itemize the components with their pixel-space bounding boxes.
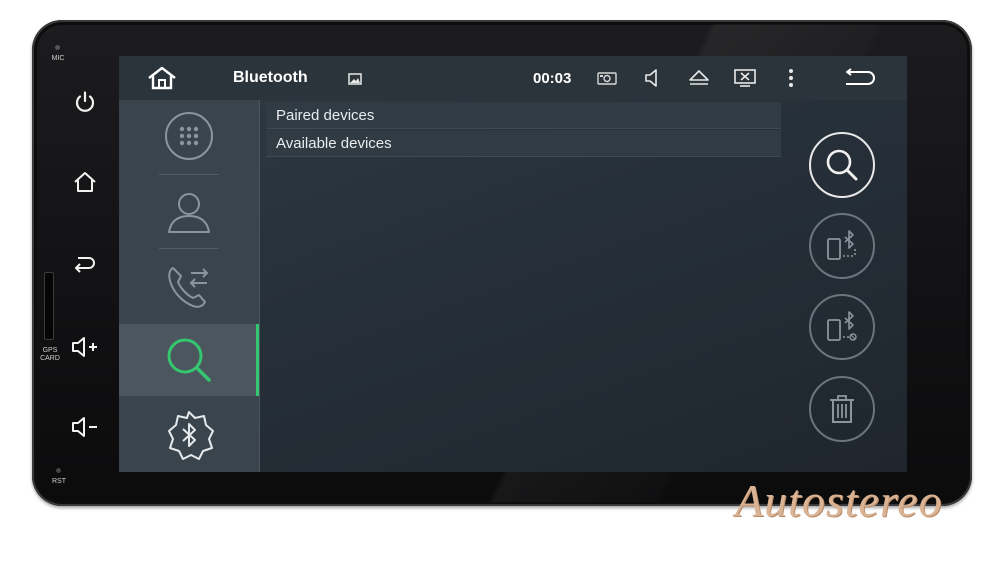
image-icon [348, 73, 362, 85]
nav-call-log[interactable] [119, 250, 259, 322]
eject-button[interactable] [686, 66, 712, 90]
home-icon [74, 172, 96, 192]
image-notification [348, 72, 362, 90]
hw-power-button[interactable] [66, 83, 104, 121]
status-bar: Bluetooth 00:03 [119, 56, 907, 100]
camera-button[interactable] [594, 66, 620, 90]
disconnect-phone-button[interactable] [809, 294, 875, 360]
home-icon [148, 66, 176, 90]
back-icon [75, 257, 95, 273]
bluetooth-settings-icon [168, 411, 214, 460]
nav-search[interactable] [119, 324, 259, 396]
search-icon [826, 149, 858, 181]
hw-home-button[interactable] [66, 163, 104, 201]
sidebar-divider [259, 100, 260, 472]
hw-volume-down-button[interactable] [66, 408, 104, 446]
connect-phone-button[interactable] [809, 213, 875, 279]
nav-bluetooth-settings[interactable] [119, 400, 259, 472]
search-icon [167, 338, 211, 382]
delete-device-button[interactable] [809, 376, 875, 442]
nav-contacts[interactable] [119, 176, 259, 248]
app-title: Bluetooth [233, 69, 308, 86]
power-icon [75, 91, 95, 112]
trash-icon [830, 395, 854, 423]
more-options-button[interactable] [778, 66, 804, 90]
nav-separator [159, 248, 219, 249]
volume-down-icon [72, 417, 97, 437]
nav-separator [159, 174, 219, 175]
status-home-button[interactable] [145, 64, 179, 92]
more-icon [789, 69, 793, 87]
brand-watermark: Autostereo [735, 475, 943, 526]
gps-card-slot[interactable] [44, 272, 54, 340]
dialpad-icon [165, 112, 213, 160]
status-time: 00:03 [533, 70, 572, 87]
bluetooth-screen: Bluetooth 00:03 Paired devices Available… [119, 56, 907, 472]
speaker-icon [645, 69, 657, 87]
hw-back-button[interactable] [66, 246, 104, 284]
camera-icon [597, 72, 617, 85]
available-devices-row[interactable]: Available devices [266, 130, 781, 157]
volume-button[interactable] [640, 66, 666, 90]
gps-label-line1: GPS [42, 347, 58, 354]
back-icon [846, 68, 875, 85]
mic-label: MIC [51, 55, 65, 62]
nav-dialpad[interactable] [119, 100, 259, 172]
phone-bluetooth-disconnect-icon [827, 311, 857, 341]
screen-off-button[interactable] [732, 66, 758, 90]
status-back-button[interactable] [841, 66, 877, 90]
phone-bluetooth-connect-icon [827, 230, 856, 260]
screen-off-icon [734, 69, 756, 87]
contacts-icon [168, 193, 210, 233]
rst-label: RST [52, 478, 66, 485]
hw-volume-up-button[interactable] [66, 328, 104, 366]
gps-label-line2: CARD [40, 355, 60, 362]
paired-devices-row[interactable]: Paired devices [266, 102, 781, 129]
bluetooth-sidebar [119, 100, 259, 472]
reset-hole[interactable] [56, 468, 61, 473]
eject-icon [689, 70, 709, 85]
gps-card-label: GPS CARD [38, 347, 62, 363]
microphone-hole [55, 45, 60, 50]
volume-up-icon [72, 337, 97, 357]
call-log-icon [168, 267, 209, 308]
search-devices-button[interactable] [809, 132, 875, 198]
